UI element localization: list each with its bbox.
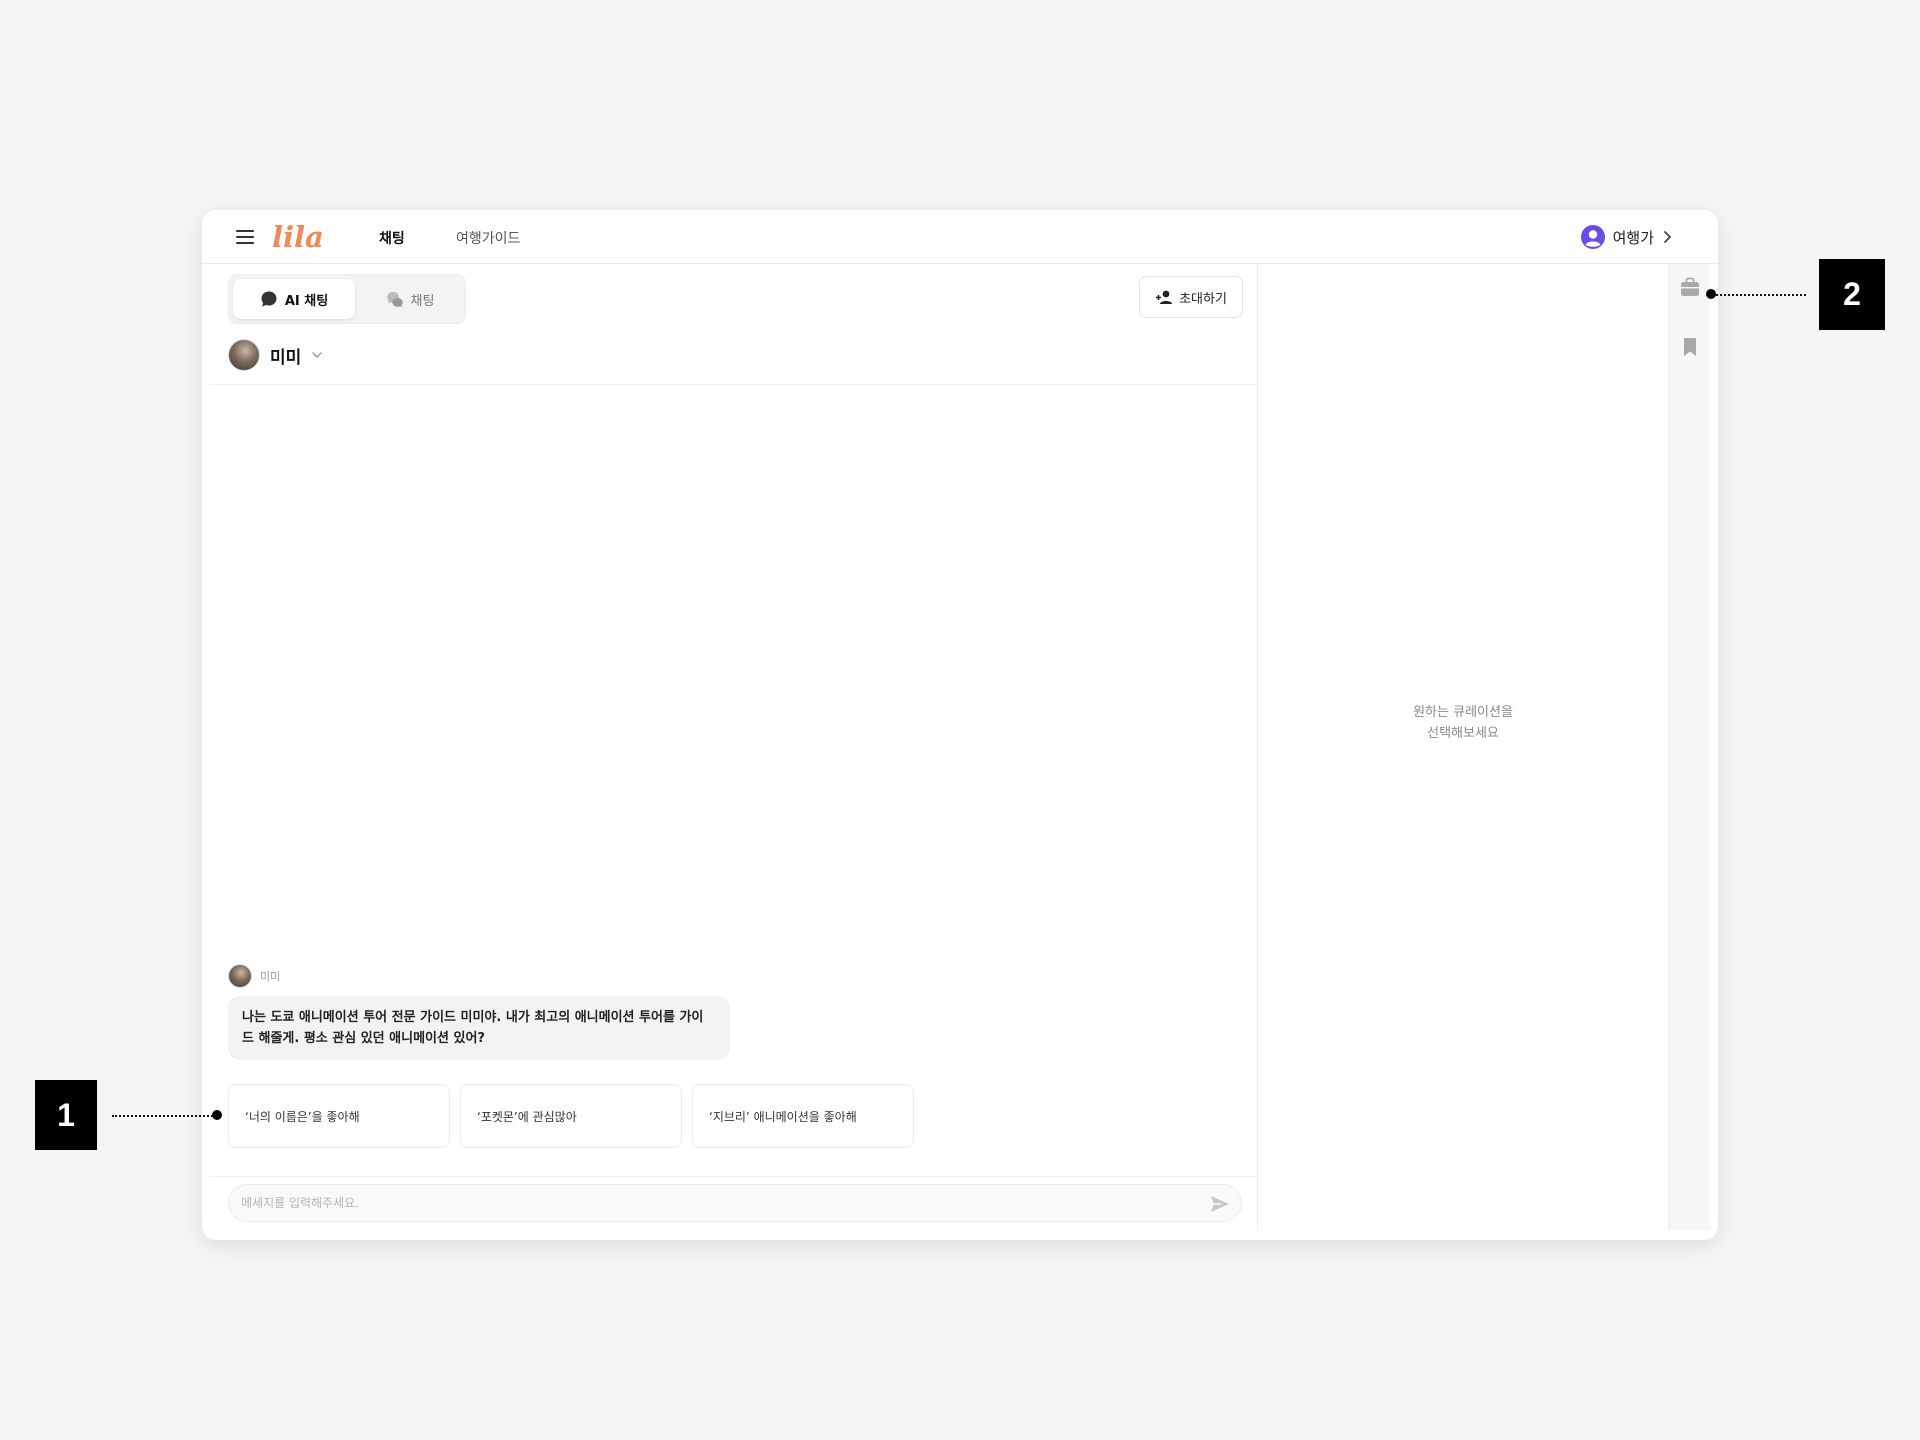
segment-chat[interactable]: 채팅 — [359, 279, 461, 319]
hamburger-menu-icon[interactable] — [236, 230, 254, 244]
ai-message: 미미 나는 도쿄 애니메이션 투어 전문 가이드 미미야. 내가 최고의 애니메… — [228, 964, 730, 1060]
user-avatar-icon — [1580, 225, 1605, 249]
message-bubble: 나는 도쿄 애니메이션 투어 전문 가이드 미미야. 내가 최고의 애니메이션 … — [228, 996, 730, 1060]
chat-mode-segmented-control: AI 채팅 채팅 — [228, 274, 466, 324]
curation-empty-line-2: 선택해보세요 — [1427, 726, 1499, 741]
callout-1-badge: 1 — [35, 1080, 97, 1150]
persona-avatar — [228, 339, 260, 371]
chevron-down-icon — [312, 352, 323, 359]
suggestion-chips: ‘너의 이름은’을 좋아해 ‘포켓몬’에 관심많아 ‘지브리’ 애니메이션을 좋… — [228, 1084, 914, 1148]
chat-pane: AI 채팅 채팅 초대하기 미미 미미 나는 도쿄 애니메이션 투어 전문 가이… — [210, 264, 1258, 1230]
callout-1-dot — [212, 1110, 222, 1120]
curation-empty-state: 원하는 큐레이션을 선택해보세요 — [1258, 702, 1668, 744]
add-user-icon — [1156, 290, 1173, 304]
nav-tab-travel-guide[interactable]: 여행가이드 — [456, 228, 520, 248]
logo-text: lila — [272, 220, 324, 254]
persona-selector[interactable]: 미미 — [228, 339, 323, 371]
message-header: 미미 — [228, 964, 730, 988]
suggestion-chip[interactable]: ‘너의 이름은’을 좋아해 — [228, 1084, 450, 1148]
bookmark-icon[interactable] — [1679, 336, 1701, 358]
message-input-box — [228, 1184, 1242, 1222]
segment-ai-chat[interactable]: AI 채팅 — [233, 279, 355, 319]
app-window: lila 채팅 여행가이드 여행가 AI 채팅 채팅 초대하기 미미 미미 나는… — [202, 210, 1718, 1240]
send-icon[interactable] — [1209, 1193, 1231, 1215]
input-divider — [210, 1176, 1257, 1177]
segment-ai-chat-label: AI 채팅 — [284, 293, 329, 309]
group-chat-icon — [386, 292, 403, 307]
user-label: 여행가 — [1612, 228, 1654, 247]
callout-2-leader-line — [1712, 294, 1806, 296]
message-avatar — [228, 964, 252, 988]
chat-bubble-icon — [261, 291, 277, 307]
message-sender: 미미 — [260, 970, 281, 983]
suggestion-chip[interactable]: ‘지브리’ 애니메이션을 좋아해 — [692, 1084, 914, 1148]
briefcase-icon[interactable] — [1679, 276, 1701, 298]
side-rail — [1668, 264, 1710, 1230]
invite-button-label: 초대하기 — [1179, 291, 1227, 307]
curation-pane: 원하는 큐레이션을 선택해보세요 — [1258, 264, 1668, 1230]
message-text-line-2: 드 해줄게. 평소 관심 있던 애니메이션 있어? — [242, 1031, 485, 1046]
chevron-right-icon — [1664, 231, 1672, 243]
segment-chat-label: 채팅 — [410, 293, 435, 309]
callout-2-badge: 2 — [1819, 259, 1885, 330]
curation-empty-line-1: 원하는 큐레이션을 — [1413, 705, 1513, 720]
chat-header-divider — [210, 384, 1257, 385]
callout-1-leader-line — [112, 1115, 216, 1117]
user-profile-button[interactable]: 여행가 — [1580, 224, 1674, 250]
suggestion-chip[interactable]: ‘포켓몬’에 관심많아 — [460, 1084, 682, 1148]
persona-name: 미미 — [270, 347, 302, 368]
nav-tab-chat[interactable]: 채팅 — [379, 228, 405, 248]
top-bar: lila 채팅 여행가이드 여행가 — [202, 210, 1718, 264]
message-input[interactable] — [229, 1185, 1189, 1221]
invite-button[interactable]: 초대하기 — [1139, 276, 1243, 318]
message-text-line-1: 나는 도쿄 애니메이션 투어 전문 가이드 미미야. 내가 최고의 애니메이션 … — [242, 1010, 704, 1025]
lila-logo[interactable]: lila — [270, 219, 334, 255]
